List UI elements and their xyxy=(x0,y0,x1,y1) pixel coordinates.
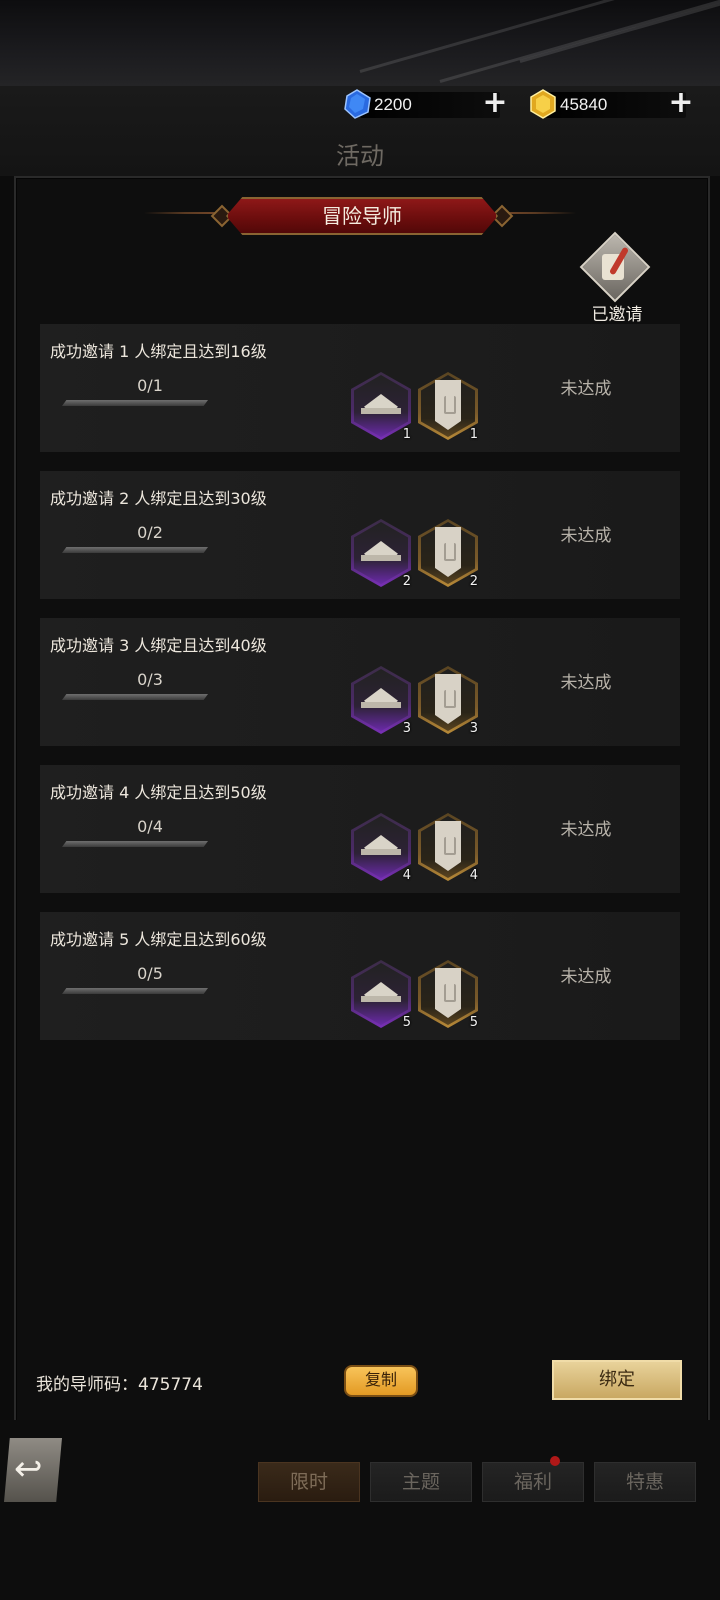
add-gold-button[interactable]: + xyxy=(668,88,694,118)
task-title: 成功邀请 1 人绑定且达到16级 xyxy=(50,342,267,361)
back-arrow-icon: ↩ xyxy=(14,1449,43,1489)
page-title: 活动 xyxy=(336,142,384,170)
task-progress-text: 0/5 xyxy=(137,964,163,983)
tab-theme[interactable]: 主题 xyxy=(370,1462,472,1502)
task-status: 未达成 xyxy=(560,673,612,693)
invited-label: 已邀请 xyxy=(591,305,643,325)
reward-item-purple[interactable]: 5 xyxy=(351,960,413,1030)
reward-count: 2 xyxy=(469,574,478,589)
progress-bar xyxy=(62,841,208,847)
reward-count: 3 xyxy=(402,721,411,736)
progress-bar xyxy=(62,694,208,700)
reward-count: 3 xyxy=(469,721,478,736)
task-row: 成功邀请 3 人绑定且达到40级 0/3 3 3 未达成 xyxy=(40,618,680,746)
task-row: 成功邀请 4 人绑定且达到50级 0/4 4 4 未达成 xyxy=(40,765,680,893)
task-progress-text: 0/3 xyxy=(137,670,163,689)
reward-count: 5 xyxy=(469,1015,478,1030)
task-title: 成功邀请 2 人绑定且达到30级 xyxy=(50,489,267,508)
gem-currency: 2200 + xyxy=(344,88,508,119)
bottom-bar xyxy=(0,1420,720,1600)
reward-count: 4 xyxy=(469,868,478,883)
reward-count: 1 xyxy=(469,427,478,442)
task-title: 成功邀请 3 人绑定且达到40级 xyxy=(50,636,267,655)
reward-count: 1 xyxy=(402,427,411,442)
back-button[interactable]: ↩ xyxy=(4,1438,62,1502)
task-row: 成功邀请 1 人绑定且达到16级 0/1 1 1 未达成 xyxy=(40,324,680,452)
progress-bar xyxy=(62,547,208,553)
reward-item-gold[interactable]: 1 xyxy=(418,372,480,442)
reward-item-purple[interactable]: 3 xyxy=(351,666,413,736)
copy-button[interactable]: 复制 xyxy=(344,1365,418,1397)
task-title: 成功邀请 5 人绑定且达到60级 xyxy=(50,930,267,949)
top-background-art xyxy=(0,0,720,86)
add-gems-button[interactable]: + xyxy=(482,88,508,118)
invited-button[interactable]: 已邀请 xyxy=(579,231,651,328)
progress-bar xyxy=(62,400,208,406)
task-row: 成功邀请 5 人绑定且达到60级 0/5 5 5 未达成 xyxy=(40,912,680,1040)
tab-limited-time[interactable]: 限时 xyxy=(258,1462,360,1502)
task-status: 未达成 xyxy=(560,379,612,399)
reward-item-gold[interactable]: 5 xyxy=(418,960,480,1030)
task-progress-text: 0/2 xyxy=(137,523,163,542)
tab-special-offer[interactable]: 特惠 xyxy=(594,1462,696,1502)
reward-count: 5 xyxy=(402,1015,411,1030)
gem-value: 2200 xyxy=(374,95,412,114)
task-progress-text: 0/1 xyxy=(137,376,163,395)
blue-gem-icon xyxy=(344,89,371,119)
task-title: 成功邀请 4 人绑定且达到50级 xyxy=(50,783,267,802)
task-status: 未达成 xyxy=(560,526,612,546)
gold-gem-icon xyxy=(530,89,556,119)
task-row: 成功邀请 2 人绑定且达到30级 0/2 2 2 未达成 xyxy=(40,471,680,599)
gold-value: 45840 xyxy=(560,95,608,114)
gold-currency: 45840 + xyxy=(530,88,694,119)
mentor-code-text: 我的导师码：475774 xyxy=(36,1375,203,1395)
tab-welfare[interactable]: 福利 xyxy=(482,1462,584,1502)
bind-button[interactable]: 绑定 xyxy=(552,1360,682,1400)
reward-item-purple[interactable]: 4 xyxy=(351,813,413,883)
reward-item-purple[interactable]: 1 xyxy=(351,372,413,442)
reward-item-gold[interactable]: 3 xyxy=(418,666,480,736)
task-status: 未达成 xyxy=(560,967,612,987)
reward-item-gold[interactable]: 2 xyxy=(418,519,480,589)
task-status: 未达成 xyxy=(560,820,612,840)
reward-count: 2 xyxy=(402,574,411,589)
reward-item-purple[interactable]: 2 xyxy=(351,519,413,589)
reward-item-gold[interactable]: 4 xyxy=(418,813,480,883)
task-progress-text: 0/4 xyxy=(137,817,163,836)
progress-bar xyxy=(62,988,208,994)
mentor-banner-title: 冒险导师 xyxy=(226,197,498,235)
notification-dot xyxy=(550,1456,560,1466)
reward-count: 4 xyxy=(402,868,411,883)
